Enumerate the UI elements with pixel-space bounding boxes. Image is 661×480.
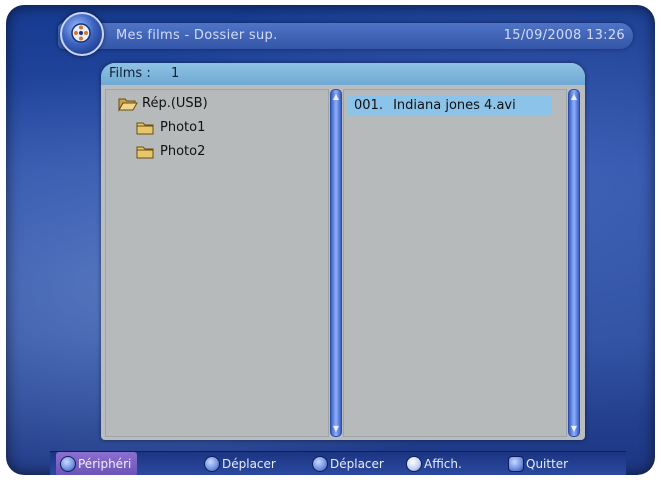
panel-header: Films : 1 <box>101 63 585 85</box>
scroll-up-icon[interactable]: ▲ <box>570 93 578 101</box>
peripheral-button[interactable]: Périphéri <box>56 452 138 475</box>
file-scrollbar[interactable]: ▲ ▼ <box>568 89 580 437</box>
datetime-display: 15/09/2008 13:26 <box>503 28 625 43</box>
page-title: Mes films - Dossier sup. <box>116 28 278 43</box>
move-vertical-button[interactable]: Déplacer <box>204 452 276 475</box>
quit-label: Quitter <box>526 457 569 471</box>
move-horizontal-label: Déplacer <box>330 457 384 471</box>
app-logo-icon <box>60 12 104 56</box>
file-number: 001. <box>354 98 383 113</box>
tree-item-photo1[interactable]: Photo1 <box>136 118 205 138</box>
films-count: 1 <box>171 66 180 81</box>
left-right-icon <box>312 455 328 472</box>
tree-item-label: Photo2 <box>160 144 206 159</box>
scroll-down-icon[interactable]: ▼ <box>332 425 340 433</box>
film-reel-icon <box>71 23 91 43</box>
up-down-icon <box>204 455 220 472</box>
display-button[interactable]: Affich. <box>406 452 462 475</box>
file-row-selected[interactable]: 001. Indiana jones 4.avi <box>348 96 552 116</box>
tree-item-label: Rép.(USB) <box>142 96 208 111</box>
move-vertical-label: Déplacer <box>222 457 276 471</box>
tree-item-photo2[interactable]: Photo2 <box>136 142 205 162</box>
peripheral-label: Périphéri <box>78 457 132 471</box>
scroll-down-icon[interactable]: ▼ <box>570 425 578 433</box>
folder-icon <box>136 122 154 134</box>
peripheral-icon <box>60 455 76 472</box>
tv-screen: Mes films - Dossier sup. 15/09/2008 13:2… <box>6 5 655 475</box>
move-horizontal-button[interactable]: Déplacer <box>312 452 384 475</box>
exit-icon <box>508 455 524 472</box>
folder-tree-pane: Rép.(USB) Photo1 Photo2 <box>105 89 329 437</box>
tree-item-root[interactable]: Rép.(USB) <box>118 94 208 114</box>
display-label: Affich. <box>424 457 462 471</box>
folder-open-icon <box>118 98 138 112</box>
quit-button[interactable]: Quitter <box>508 452 568 475</box>
footer-bar: Périphéri Déplacer Déplacer Affich. Quit… <box>50 451 626 475</box>
films-label: Films : <box>109 66 151 81</box>
folder-scrollbar[interactable]: ▲ ▼ <box>330 89 342 437</box>
scroll-up-icon[interactable]: ▲ <box>332 93 340 101</box>
file-browser-panel: Films : 1 Rép.(USB) Photo1 Photo2 ▲ ▼ 00… <box>101 63 585 440</box>
file-name: Indiana jones 4.avi <box>393 98 516 113</box>
file-list-pane: 001. Indiana jones 4.avi <box>343 89 567 437</box>
folder-icon <box>136 146 154 158</box>
tree-item-label: Photo1 <box>160 120 206 135</box>
ok-icon <box>406 455 422 472</box>
header-bar: Mes films - Dossier sup. 15/09/2008 13:2… <box>58 23 633 49</box>
